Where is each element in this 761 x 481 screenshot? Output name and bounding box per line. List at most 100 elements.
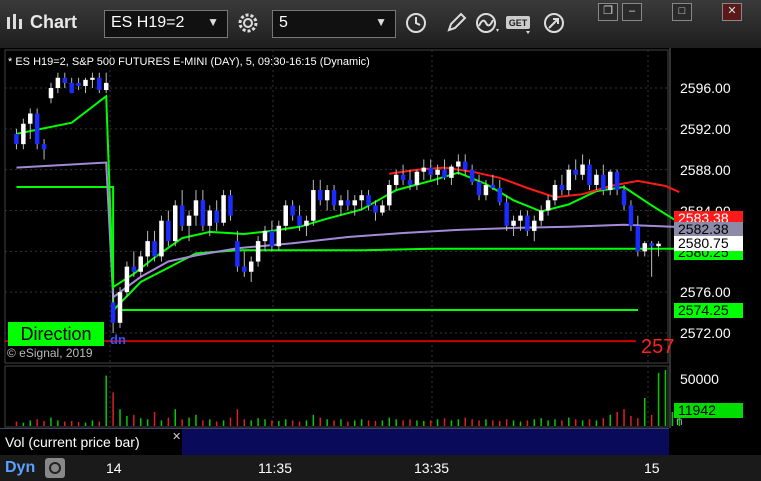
candle-body <box>656 243 661 247</box>
get-icon[interactable]: GET <box>504 8 536 38</box>
candle-body <box>594 174 599 185</box>
gear-icon[interactable] <box>232 8 264 38</box>
candle-body <box>614 171 620 191</box>
candle-body <box>304 220 309 226</box>
candle-body <box>442 169 447 178</box>
candle-body <box>221 195 226 223</box>
candle-body <box>380 205 385 213</box>
volume-tick: 50000 <box>680 371 719 387</box>
candle-body <box>387 184 392 206</box>
candle-body <box>532 220 537 231</box>
candle-body <box>490 184 496 189</box>
candle-body <box>338 200 344 206</box>
candle-body <box>504 202 509 226</box>
candle-body <box>62 77 68 83</box>
candle-body <box>200 200 206 226</box>
level-label: 257 <box>641 336 675 358</box>
candle-body <box>311 190 316 221</box>
candle-body <box>14 133 19 145</box>
symbol-field[interactable]: ES H19=2 ▼ <box>104 10 228 38</box>
candle-body <box>525 215 530 231</box>
candle-body <box>607 171 613 191</box>
candle-body <box>76 82 81 86</box>
candle-body <box>587 164 592 185</box>
candle-body <box>69 82 74 94</box>
candle-body <box>635 225 641 252</box>
candle-body <box>83 79 88 86</box>
close-icon[interactable]: ✕ <box>722 3 742 21</box>
candle-body <box>497 188 502 203</box>
current-volume: 11942 <box>674 403 743 418</box>
candle-body <box>207 210 213 226</box>
candle-body <box>235 241 240 267</box>
candle-body <box>331 190 337 206</box>
candle-body <box>559 184 565 191</box>
chart-settings-icon[interactable] <box>44 457 66 479</box>
time-tick: 11:35 <box>258 460 292 476</box>
candle-body <box>131 266 137 272</box>
time-tick: 15 <box>644 460 660 476</box>
candle-body <box>449 166 454 178</box>
pencil-icon[interactable] <box>440 8 472 38</box>
symbol-value: ES H19=2 <box>111 14 185 31</box>
candle-body <box>483 184 489 196</box>
arrow-circle-icon[interactable] <box>538 8 570 38</box>
time-tick: 14 <box>106 460 122 476</box>
candle-body <box>262 230 268 242</box>
price-tick: 2588.00 <box>680 162 731 178</box>
curve-icon[interactable] <box>472 8 504 38</box>
maximize-icon[interactable]: □ <box>672 3 692 21</box>
volume-label: Vol (current price bar) <box>5 434 140 450</box>
chevron-down-icon[interactable]: ▼ <box>207 15 219 29</box>
candle-body <box>345 200 351 206</box>
candle-body <box>117 292 123 323</box>
candle-body <box>538 210 544 221</box>
chart-legend: * ES H19=2, S&P 500 FUTURES E-MINI (DAY)… <box>8 56 370 68</box>
svg-text:GET: GET <box>509 18 528 28</box>
candle-body <box>566 169 572 191</box>
direction-badge: Direction <box>8 322 104 346</box>
candle-body <box>186 215 192 226</box>
candle-body <box>97 77 102 91</box>
candle-body <box>152 241 157 257</box>
interval-value: 5 <box>279 14 288 31</box>
candle-body <box>173 205 178 242</box>
candle-body <box>628 205 634 226</box>
price-tick: 2572.00 <box>680 325 731 341</box>
support-value: 2574.25 <box>674 303 743 318</box>
candle-body <box>269 230 275 247</box>
candle-body <box>317 190 323 201</box>
candle-body <box>193 200 199 216</box>
candle-body <box>34 113 40 145</box>
candle-body <box>580 164 585 175</box>
last-price: 2580.75 <box>674 236 743 251</box>
candle-body <box>511 220 516 226</box>
candle-body <box>621 190 627 206</box>
candle-body <box>462 161 468 170</box>
candle-body <box>601 174 606 191</box>
candle-body <box>476 181 482 196</box>
candle-body <box>283 205 288 226</box>
price-chart[interactable] <box>0 48 761 455</box>
interval-field[interactable]: 5 ▼ <box>272 10 396 38</box>
close-icon[interactable]: ✕ <box>172 430 181 443</box>
restore-icon[interactable]: ❐ <box>598 3 618 21</box>
candle-body <box>276 225 282 247</box>
candle-body <box>649 243 654 247</box>
candle-body <box>159 220 164 257</box>
clock-icon[interactable] <box>400 8 432 38</box>
price-tick: 2596.00 <box>680 80 731 96</box>
candle-body <box>407 179 413 185</box>
dn-label: dn <box>110 332 126 347</box>
dynamic-mode-label[interactable]: Dyn <box>5 459 35 477</box>
volume-unit: n <box>676 414 683 428</box>
chevron-down-icon[interactable]: ▼ <box>375 15 387 29</box>
minimize-icon[interactable]: – <box>622 3 642 21</box>
candle-body <box>290 205 295 216</box>
candle-body <box>469 169 475 182</box>
candle-body <box>41 144 47 150</box>
candle-body <box>642 243 647 252</box>
candle-body <box>248 261 254 272</box>
candle-body <box>359 195 364 201</box>
candle-body <box>366 195 371 206</box>
